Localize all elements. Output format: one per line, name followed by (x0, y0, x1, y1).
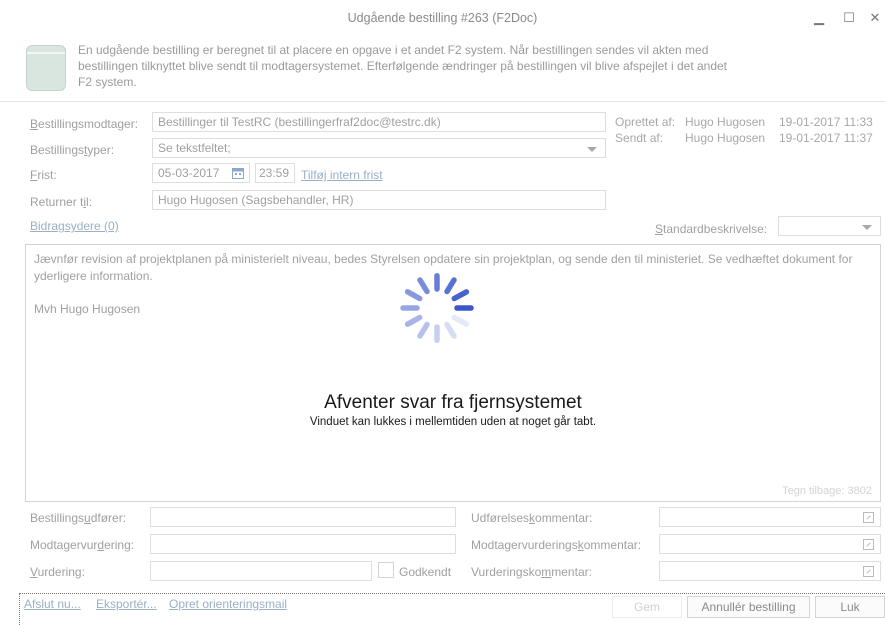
deadline-label: Frist: (30, 168, 57, 182)
recipient-evaluation-comment-field[interactable] (659, 534, 881, 554)
signature-text: Mvh Hugo Hugosen (34, 302, 141, 316)
executor-field[interactable] (150, 507, 456, 527)
save-button[interactable]: Gem (612, 596, 682, 618)
created-by: Hugo Hugosen (685, 115, 766, 129)
evaluation-comment-label: Vurderingskommentar: (471, 565, 592, 579)
approved-checkbox[interactable] (378, 562, 394, 578)
recipient-evaluation-field[interactable] (150, 534, 456, 554)
order-types-value: Se tekstfeltet; (158, 141, 231, 155)
characters-remaining: Tegn tilbage: 3802 (782, 485, 872, 497)
return-to-label: Returner til: (30, 195, 93, 209)
chevron-down-icon (587, 147, 597, 152)
spinner-spoke (451, 314, 470, 327)
create-orientation-mail-link[interactable]: Opret orienteringsmail (169, 597, 287, 611)
deadline-time-field[interactable]: 23:59 (255, 163, 295, 183)
return-to-field[interactable]: Hugo Hugosen (Sagsbehandler, HR) (152, 190, 606, 210)
close-dialog-button[interactable]: Luk (815, 596, 885, 618)
expand-icon[interactable] (863, 539, 874, 550)
deadline-date-value: 05-03-2017 (158, 166, 220, 180)
execution-comment-label: Udførelseskommentar: (471, 511, 593, 525)
spinner-spoke (404, 289, 423, 302)
spinner-spoke (417, 321, 430, 339)
spinner-spoke (417, 277, 430, 295)
created-label: Oprettet af: (615, 115, 676, 129)
window-title: Udgående bestilling #263 (F2Doc) (347, 11, 538, 25)
close-button[interactable]: ✕ (867, 10, 883, 26)
executor-label: Bestillingsudfører: (30, 511, 127, 525)
add-internal-deadline-link[interactable]: Tilføj intern frist (301, 168, 383, 182)
divider (0, 101, 885, 102)
expand-icon[interactable] (863, 512, 874, 523)
minimize-button[interactable]: ▁ (811, 10, 827, 26)
evaluation-comment-field[interactable] (659, 561, 881, 581)
export-link[interactable]: Eksportér... (96, 597, 157, 611)
standard-description-label: Standardbeskrivelse: (655, 222, 768, 236)
document-icon (26, 45, 66, 91)
order-types-label: Bestillingstyper: (30, 143, 115, 157)
chevron-down-icon (862, 225, 872, 230)
info-text: En udgående bestilling er beregnet til a… (78, 43, 728, 89)
recipient-evaluation-label: Modtagervurdering: (30, 538, 135, 552)
created-at: 19-01-2017 11:33 (779, 115, 873, 129)
recipient-evaluation-comment-label: Modtagervurderingskommentar: (471, 538, 642, 552)
title-bar: Udgående bestilling #263 (F2Doc) ▁ ☐ ✕ (0, 0, 885, 36)
sent-by: Hugo Hugosen (685, 131, 766, 145)
approved-label: Godkendt (399, 565, 452, 579)
recipient-field[interactable]: Bestillinger til TestRC (bestillingerfra… (152, 112, 606, 132)
deadline-date-field[interactable]: 05-03-2017 (152, 163, 250, 183)
expand-icon[interactable] (863, 566, 874, 577)
order-types-dropdown[interactable]: Se tekstfeltet; (152, 138, 606, 158)
spinner-spoke (444, 277, 457, 295)
spinner-spoke (404, 314, 423, 327)
evaluation-label: Vurdering: (30, 565, 85, 579)
calendar-icon[interactable] (232, 167, 244, 179)
spinner-spoke (444, 321, 457, 339)
loading-spinner-icon (400, 272, 474, 344)
sent-label: Sendt af: (615, 131, 664, 145)
sent-at: 19-01-2017 11:37 (779, 131, 873, 145)
evaluation-field[interactable] (150, 561, 372, 581)
spinner-spoke (451, 289, 470, 302)
contributors-link[interactable]: Bidragsydere (0) (30, 219, 119, 233)
standard-description-dropdown[interactable] (778, 216, 881, 236)
recipient-label: Bestillingsmodtager: (30, 117, 139, 131)
execution-comment-field[interactable] (659, 507, 881, 527)
finish-now-link[interactable]: Afslut nu... (24, 597, 81, 611)
waiting-subtitle: Vinduet kan lukkes i mellemtiden uden at… (309, 416, 597, 428)
waiting-title: Afventer svar fra fjernsystemet (324, 392, 582, 413)
maximize-button[interactable]: ☐ (841, 10, 857, 26)
cancel-order-button[interactable]: Annullér bestilling (687, 596, 810, 618)
